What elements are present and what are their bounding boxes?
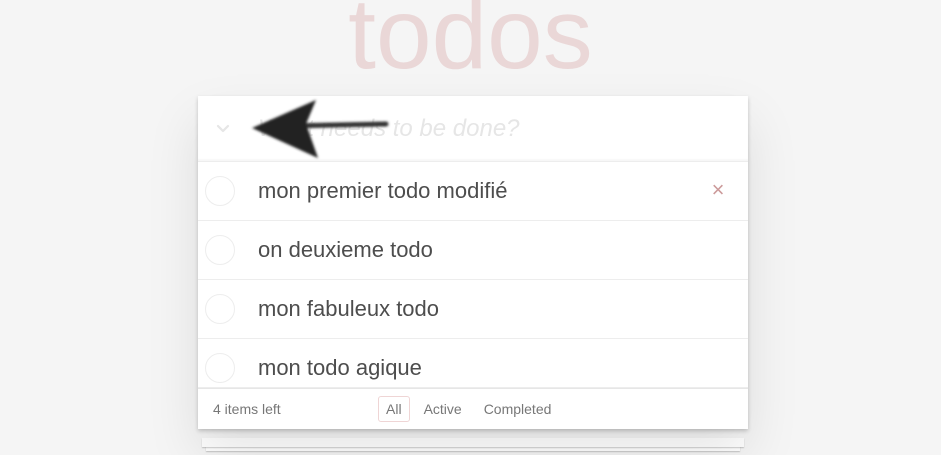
todo-item[interactable]: mon fabuleux todo bbox=[198, 280, 748, 339]
todo-item[interactable]: mon premier todo modifié × bbox=[198, 162, 748, 221]
todo-app: mon premier todo modifié × on deuxieme t… bbox=[198, 96, 748, 429]
items-left-count: 4 items left bbox=[213, 401, 281, 417]
chevron-down-icon bbox=[216, 124, 230, 133]
filter-active[interactable]: Active bbox=[416, 396, 470, 422]
todo-label[interactable]: mon fabuleux todo bbox=[258, 280, 439, 338]
todo-item[interactable]: mon todo agique bbox=[198, 339, 748, 388]
delete-todo-button[interactable]: × bbox=[708, 177, 728, 203]
header bbox=[198, 96, 748, 162]
todo-toggle-checkbox[interactable] bbox=[205, 294, 235, 324]
filter-completed[interactable]: Completed bbox=[476, 396, 560, 422]
filter-list: All Active Completed bbox=[378, 396, 559, 422]
app-title: todos bbox=[348, 0, 593, 90]
todo-label[interactable]: on deuxieme todo bbox=[258, 221, 433, 279]
stack-shadow-middle bbox=[202, 438, 744, 447]
new-todo-input[interactable] bbox=[258, 96, 728, 161]
todo-item[interactable]: on deuxieme todo bbox=[198, 221, 748, 280]
todo-list: mon premier todo modifié × on deuxieme t… bbox=[198, 162, 748, 388]
todo-label[interactable]: mon premier todo modifié bbox=[258, 162, 507, 220]
filter-all[interactable]: All bbox=[378, 396, 410, 422]
close-icon: × bbox=[711, 177, 725, 202]
todo-toggle-checkbox[interactable] bbox=[205, 176, 235, 206]
todo-label[interactable]: mon todo agique bbox=[258, 339, 422, 387]
toggle-all-button[interactable] bbox=[208, 114, 238, 144]
todo-toggle-checkbox[interactable] bbox=[205, 235, 235, 265]
footer: 4 items left All Active Completed bbox=[198, 388, 748, 429]
todo-toggle-checkbox[interactable] bbox=[205, 353, 235, 383]
